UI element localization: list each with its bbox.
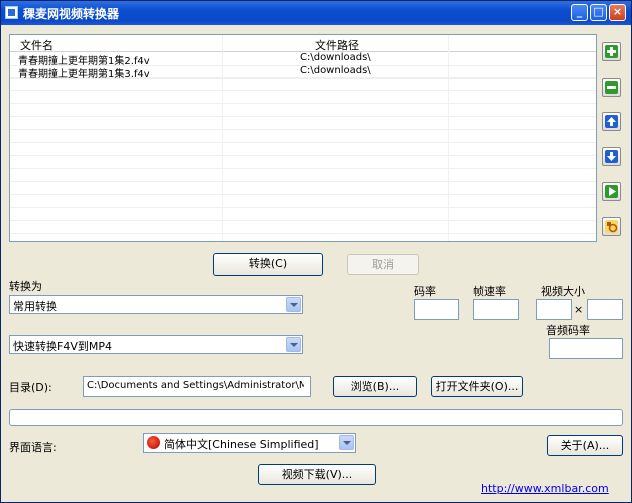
cancel-button[interactable]: 取消 (347, 254, 419, 275)
row-filepath: C:\downloads\ (300, 65, 371, 76)
play-icon (605, 185, 618, 198)
china-flag-icon (147, 436, 160, 449)
remove-file-button[interactable] (602, 78, 621, 97)
chevron-down-icon[interactable] (286, 337, 301, 352)
video-height-input[interactable] (587, 299, 623, 320)
video-width-input[interactable] (536, 299, 572, 320)
chevron-down-icon[interactable] (339, 435, 354, 450)
language-label: 界面语言: (9, 441, 57, 454)
convert-preset-select[interactable]: 快速转换F4V到MP4 (9, 335, 303, 354)
convert-to-label: 转换为 (9, 280, 42, 293)
bitrate-input[interactable] (414, 299, 459, 320)
title-bar[interactable]: 稞麦网视频转换器 _ □ × (1, 1, 631, 25)
convert-category-select[interactable]: 常用转换 (9, 295, 303, 314)
column-header-filepath[interactable]: 文件路径 (315, 37, 359, 53)
remove-icon (605, 81, 618, 94)
audio-bitrate-label: 音频码率 (546, 324, 590, 337)
video-size-separator: × (574, 303, 584, 316)
output-dir-input[interactable]: C:\Documents and Settings\Administrator\… (83, 376, 311, 397)
language-select[interactable]: 简体中文[Chinese Simplified] (143, 433, 356, 453)
video-download-button[interactable]: 视频下载(V)... (258, 464, 376, 485)
framerate-label: 帧速率 (473, 285, 506, 298)
row-filepath: C:\downloads\ (300, 52, 371, 63)
maximize-button[interactable]: □ (590, 4, 607, 21)
row-filename: 青春期撞上更年期第1集3.f4v (18, 69, 150, 80)
open-folder-button[interactable]: 打开文件夹(O)... (431, 376, 523, 397)
window-title: 稞麦网视频转换器 (23, 7, 120, 21)
minimize-button[interactable]: _ (571, 4, 588, 21)
move-down-icon (605, 150, 618, 163)
browse-button[interactable]: 浏览(B)... (333, 376, 417, 397)
add-file-button[interactable] (602, 42, 621, 61)
app-window: 稞麦网视频转换器 _ □ × 文件名 文件路径 青春期撞上更年期第1集2.f4v… (0, 0, 632, 503)
add-icon (605, 45, 618, 58)
settings-button[interactable] (602, 217, 621, 236)
app-icon (5, 6, 18, 19)
move-down-button[interactable] (602, 147, 621, 166)
convert-preset-value: 快速转换F4V到MP4 (13, 340, 112, 353)
settings-icon (605, 220, 618, 233)
about-button[interactable]: 关于(A)... (547, 435, 623, 456)
table-row[interactable]: 青春期撞上更年期第1集3.f4v C:\downloads\ (10, 65, 596, 80)
move-up-icon (605, 115, 618, 128)
audio-bitrate-input[interactable] (549, 338, 623, 359)
chevron-down-icon[interactable] (286, 297, 301, 312)
column-header-filename[interactable]: 文件名 (20, 37, 53, 53)
table-row[interactable]: 青春期撞上更年期第1集2.f4v C:\downloads\ (10, 52, 596, 67)
framerate-input[interactable] (473, 299, 519, 320)
play-button[interactable] (602, 182, 621, 201)
language-value: 简体中文[Chinese Simplified] (164, 438, 319, 451)
move-up-button[interactable] (602, 112, 621, 131)
output-dir-label: 目录(D): (9, 381, 52, 394)
convert-category-value: 常用转换 (13, 300, 57, 313)
video-size-label: 视频大小 (541, 285, 585, 298)
progress-bar (9, 409, 623, 426)
bitrate-label: 码率 (414, 285, 436, 298)
convert-button[interactable]: 转换(C) (213, 253, 323, 276)
file-list[interactable]: 文件名 文件路径 青春期撞上更年期第1集2.f4v C:\downloads\ … (9, 34, 597, 242)
close-button[interactable]: × (609, 4, 626, 21)
output-dir-value: C:\Documents and Settings\Administrator\… (87, 380, 304, 391)
file-list-header: 文件名 文件路径 (10, 35, 596, 52)
website-link[interactable]: http://www.xmlbar.com (481, 482, 609, 495)
